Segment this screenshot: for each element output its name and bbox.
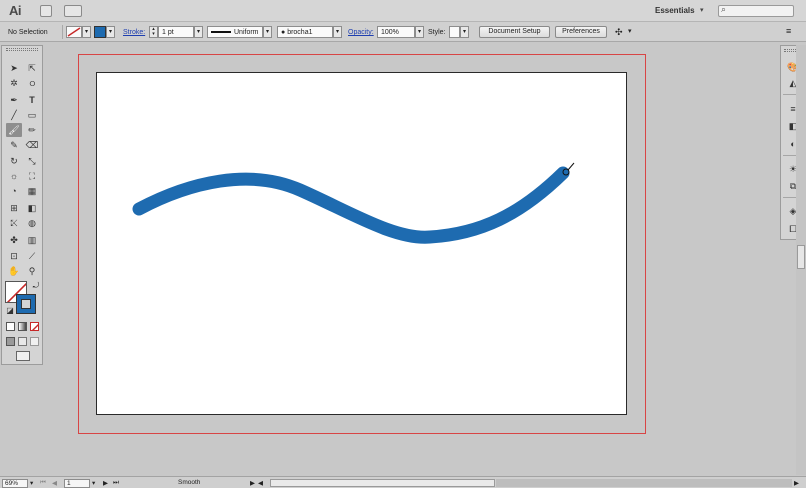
- artboard[interactable]: [96, 72, 627, 415]
- divider: [62, 25, 63, 39]
- stroke-swatch[interactable]: [94, 26, 106, 38]
- profile-dropdown[interactable]: ▾: [263, 26, 272, 38]
- column-graph-tool-icon[interactable]: ▥: [24, 233, 40, 247]
- opacity-dropdown[interactable]: ▾: [415, 26, 424, 38]
- control-menu-chevron-icon[interactable]: ▾: [628, 27, 632, 35]
- variable-width-profile[interactable]: Uniform: [207, 26, 263, 38]
- menu-bar: Ai Essentials ▾ ⌕: [0, 0, 806, 22]
- scale-tool-icon[interactable]: ⤡: [24, 154, 40, 168]
- brush-definition[interactable]: ● brocha1: [277, 26, 333, 38]
- artboard-dropdown-icon[interactable]: ▾: [92, 479, 95, 487]
- scroll-right-icon[interactable]: ▶: [794, 479, 799, 487]
- opacity-label[interactable]: Opacity:: [348, 29, 374, 36]
- stroke-weight-field[interactable]: 1 pt: [158, 26, 194, 38]
- brush-dropdown[interactable]: ▾: [333, 26, 342, 38]
- blob-brush-tool-icon[interactable]: ✎: [6, 138, 22, 152]
- document-setup-button[interactable]: Document Setup: [479, 26, 550, 38]
- shape-builder-tool-icon[interactable]: ◔: [6, 184, 22, 198]
- search-icon: ⌕: [721, 4, 727, 14]
- color-mode-icon[interactable]: [6, 322, 15, 331]
- selection-tool-icon[interactable]: ➤: [6, 61, 22, 75]
- artboard-tool-icon[interactable]: ⊡: [6, 249, 22, 263]
- symbol-sprayer-tool-icon[interactable]: ✤: [6, 233, 22, 247]
- direct-selection-tool-icon[interactable]: ⇱: [24, 61, 40, 75]
- stroke-weight-stepper[interactable]: ▴ ▾: [149, 26, 158, 38]
- graphic-style-swatch[interactable]: [449, 26, 460, 38]
- zoom-field[interactable]: 69%: [2, 479, 28, 488]
- rectangle-tool-icon[interactable]: ▭: [24, 108, 40, 122]
- stroke-dropdown[interactable]: ▾: [106, 26, 115, 38]
- opacity-field[interactable]: 100%: [377, 26, 415, 38]
- type-tool-icon[interactable]: T: [24, 93, 40, 107]
- hand-tool-icon[interactable]: ✋: [6, 264, 22, 278]
- bridge-icon[interactable]: [40, 5, 52, 17]
- status-text: Smooth: [178, 479, 201, 486]
- slice-tool-icon[interactable]: ⟋: [24, 249, 40, 263]
- profile-label: Uniform: [234, 29, 259, 36]
- warp-tool-icon[interactable]: ☼: [6, 169, 22, 183]
- status-menu-icon[interactable]: ▶: [250, 479, 255, 487]
- pen-tool-icon[interactable]: ✒: [6, 93, 22, 107]
- none-slash-icon: [32, 324, 38, 330]
- panel-menu-icon[interactable]: ≡: [786, 26, 791, 36]
- swap-fill-stroke-icon[interactable]: ⤾: [28, 279, 44, 293]
- perspective-grid-tool-icon[interactable]: ▦: [24, 184, 40, 198]
- profile-line-icon: [211, 31, 231, 34]
- free-transform-tool-icon[interactable]: ⛶: [24, 169, 40, 183]
- paintbrush-tool-icon[interactable]: 🖌: [6, 123, 22, 137]
- pencil-tool-icon[interactable]: ✏: [24, 123, 40, 137]
- tools-panel: ➤ ⇱ ✲ ഠ ✒ T ╱ ▭ 🖌 ✏ ✎ ⌫ ↻ ⤡ ☼ ⛶ ◔ ▦ ⊞ ◧ …: [1, 45, 43, 365]
- artboard-number-field[interactable]: 1: [64, 479, 90, 488]
- fill-dropdown[interactable]: ▾: [82, 26, 91, 38]
- horizontal-scrollbar[interactable]: [496, 479, 792, 487]
- style-label: Style:: [428, 29, 446, 36]
- fill-swatch[interactable]: [66, 26, 82, 38]
- vertical-scrollbar-thumb[interactable]: [797, 245, 805, 269]
- app-logo: Ai: [9, 3, 22, 18]
- previous-artboard-icon[interactable]: ◀: [52, 479, 57, 487]
- rotate-tool-icon[interactable]: ↻: [6, 154, 22, 168]
- arrange-documents-icon[interactable]: [64, 5, 82, 17]
- line-tool-icon[interactable]: ╱: [6, 108, 22, 122]
- gradient-tool-icon[interactable]: ◧: [24, 201, 40, 215]
- first-artboard-icon[interactable]: ⏮: [40, 479, 46, 487]
- draw-normal-icon[interactable]: [6, 337, 15, 346]
- horizontal-scrollbar-thumb[interactable]: [270, 479, 495, 487]
- stroke-color-box[interactable]: [16, 294, 36, 314]
- next-artboard-icon[interactable]: ▶: [103, 479, 108, 487]
- style-dropdown[interactable]: ▾: [460, 26, 469, 38]
- eraser-tool-icon[interactable]: ⌫: [24, 138, 40, 152]
- zoom-dropdown-icon[interactable]: ▾: [30, 479, 33, 487]
- gradient-mode-icon[interactable]: [18, 322, 27, 331]
- preferences-button[interactable]: Preferences: [555, 26, 607, 38]
- default-colors-icon[interactable]: ◪: [2, 304, 18, 318]
- magic-wand-tool-icon[interactable]: ✲: [6, 76, 22, 90]
- stroke-label[interactable]: Stroke:: [123, 29, 145, 36]
- status-bar: 69% ▾ ⏮ ◀ 1 ▾ ▶ ⏭ Smooth ▶ ◀ ▶: [0, 476, 806, 488]
- draw-behind-icon[interactable]: [18, 337, 27, 346]
- mesh-tool-icon[interactable]: ⊞: [6, 201, 22, 215]
- brush-icon: ●: [281, 29, 286, 36]
- brush-label: brocha1: [287, 29, 313, 36]
- screen-mode-icon[interactable]: [16, 351, 30, 361]
- lasso-tool-icon[interactable]: ഠ: [24, 76, 40, 90]
- blend-tool-icon[interactable]: ◍: [24, 216, 40, 230]
- arrange-icon[interactable]: ✣: [615, 27, 623, 38]
- none-mode-icon[interactable]: [30, 322, 39, 331]
- scroll-left-icon[interactable]: ◀: [258, 479, 263, 487]
- stroke-weight-dropdown[interactable]: ▾: [194, 26, 203, 38]
- chevron-down-icon[interactable]: ▾: [700, 6, 704, 14]
- eyedropper-tool-icon[interactable]: ⤪: [6, 216, 22, 230]
- control-bar: No Selection ▾ ▾ Stroke: ▴ ▾ 1 pt ▾ Unifo…: [0, 22, 806, 42]
- panel-grip: [6, 48, 38, 51]
- zoom-tool-icon[interactable]: ⚲: [24, 264, 40, 278]
- selection-status: No Selection: [8, 29, 48, 36]
- draw-inside-icon[interactable]: [30, 337, 39, 346]
- workspace-switcher[interactable]: Essentials: [655, 6, 695, 15]
- fill-none-icon: [67, 27, 81, 37]
- search-input[interactable]: [718, 5, 794, 17]
- last-artboard-icon[interactable]: ⏭: [113, 479, 119, 487]
